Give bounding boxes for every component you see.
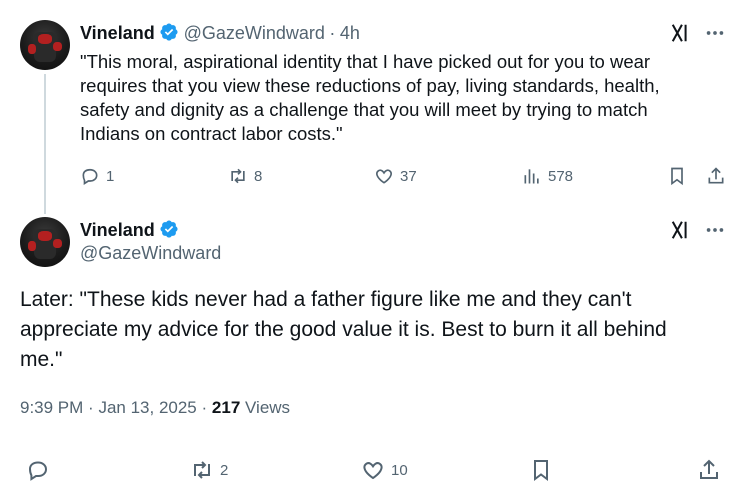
more-icon[interactable] [704, 22, 726, 44]
like-button[interactable]: 10 [361, 458, 408, 482]
author-name[interactable]: Vineland [80, 23, 155, 43]
share-icon [708, 167, 724, 184]
views-label: Views [245, 398, 291, 417]
like-icon [363, 462, 383, 480]
views-button[interactable]: 578 [522, 166, 573, 186]
share-button[interactable] [697, 458, 721, 482]
reply-icon [28, 461, 48, 481]
author-name[interactable]: Vineland [80, 220, 155, 240]
share-icon [700, 459, 718, 479]
share-button[interactable] [706, 166, 726, 186]
separator-dot: · [329, 23, 336, 43]
grok-icon[interactable] [670, 22, 692, 44]
more-icon[interactable] [704, 219, 726, 241]
timestamp[interactable]: 4h [340, 23, 360, 43]
post-time[interactable]: 9:39 PM [20, 398, 83, 417]
like-button[interactable]: 37 [374, 166, 417, 186]
reply-text: "This moral, aspirational identity that … [80, 51, 660, 144]
author-handle[interactable]: @GazeWindward [80, 243, 221, 264]
post-date[interactable]: Jan 13, 2025 [98, 398, 196, 417]
reply-button[interactable] [26, 458, 56, 482]
main-author: Vineland @GazeWindward [80, 219, 221, 264]
repost-icon [231, 168, 245, 184]
views-count: 217 [211, 398, 241, 417]
reply-icon [82, 168, 98, 186]
like-icon [376, 169, 392, 184]
tweet-meta: 9:39 PM · Jan 13, 2025 · 217 Views [20, 398, 291, 417]
bookmark-button[interactable] [529, 458, 553, 482]
repost-icon [194, 461, 210, 479]
repost-button[interactable]: 2 [190, 458, 228, 482]
verified-badge-icon [160, 23, 178, 41]
views-icon [524, 169, 539, 184]
reply-header: Vineland @GazeWindward · 4h [80, 22, 360, 44]
author-handle[interactable]: @GazeWindward [184, 23, 325, 43]
verified-badge-icon [160, 220, 178, 238]
bookmark-icon [534, 460, 548, 481]
grok-icon[interactable] [670, 219, 692, 241]
avatar[interactable] [20, 217, 70, 267]
repost-button[interactable]: 8 [228, 166, 262, 186]
avatar[interactable] [20, 20, 70, 70]
reply-button[interactable]: 1 [80, 166, 114, 186]
bookmark-button[interactable] [667, 166, 687, 186]
main-tweet-text: Later: "These kids never had a father fi… [20, 288, 667, 371]
bookmark-icon [671, 167, 683, 186]
thread-line [44, 74, 46, 214]
